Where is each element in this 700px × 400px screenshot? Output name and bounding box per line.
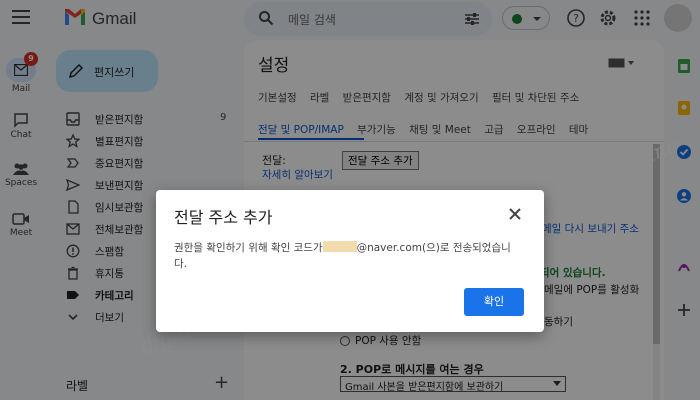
redacted-email (322, 241, 357, 252)
dialog-title: 전달 주소 추가 (174, 208, 273, 227)
ok-button[interactable]: 확인 (464, 288, 524, 316)
dialog-message-part2: @naver.com(으)로 전송되었습니 (356, 242, 511, 254)
close-icon[interactable] (508, 207, 522, 221)
dialog-message-part1: 권한을 확인하기 위해 확인 코드가 (174, 242, 323, 254)
add-forwarding-address-dialog: 전달 주소 추가 권한을 확인하기 위해 확인 코드가 @naver.com(으)… (156, 190, 544, 332)
dialog-message: 권한을 확인하기 위해 확인 코드가 @naver.com(으)로 전송되었습니 … (174, 240, 534, 272)
dialog-message-part3: 다. (174, 258, 187, 270)
